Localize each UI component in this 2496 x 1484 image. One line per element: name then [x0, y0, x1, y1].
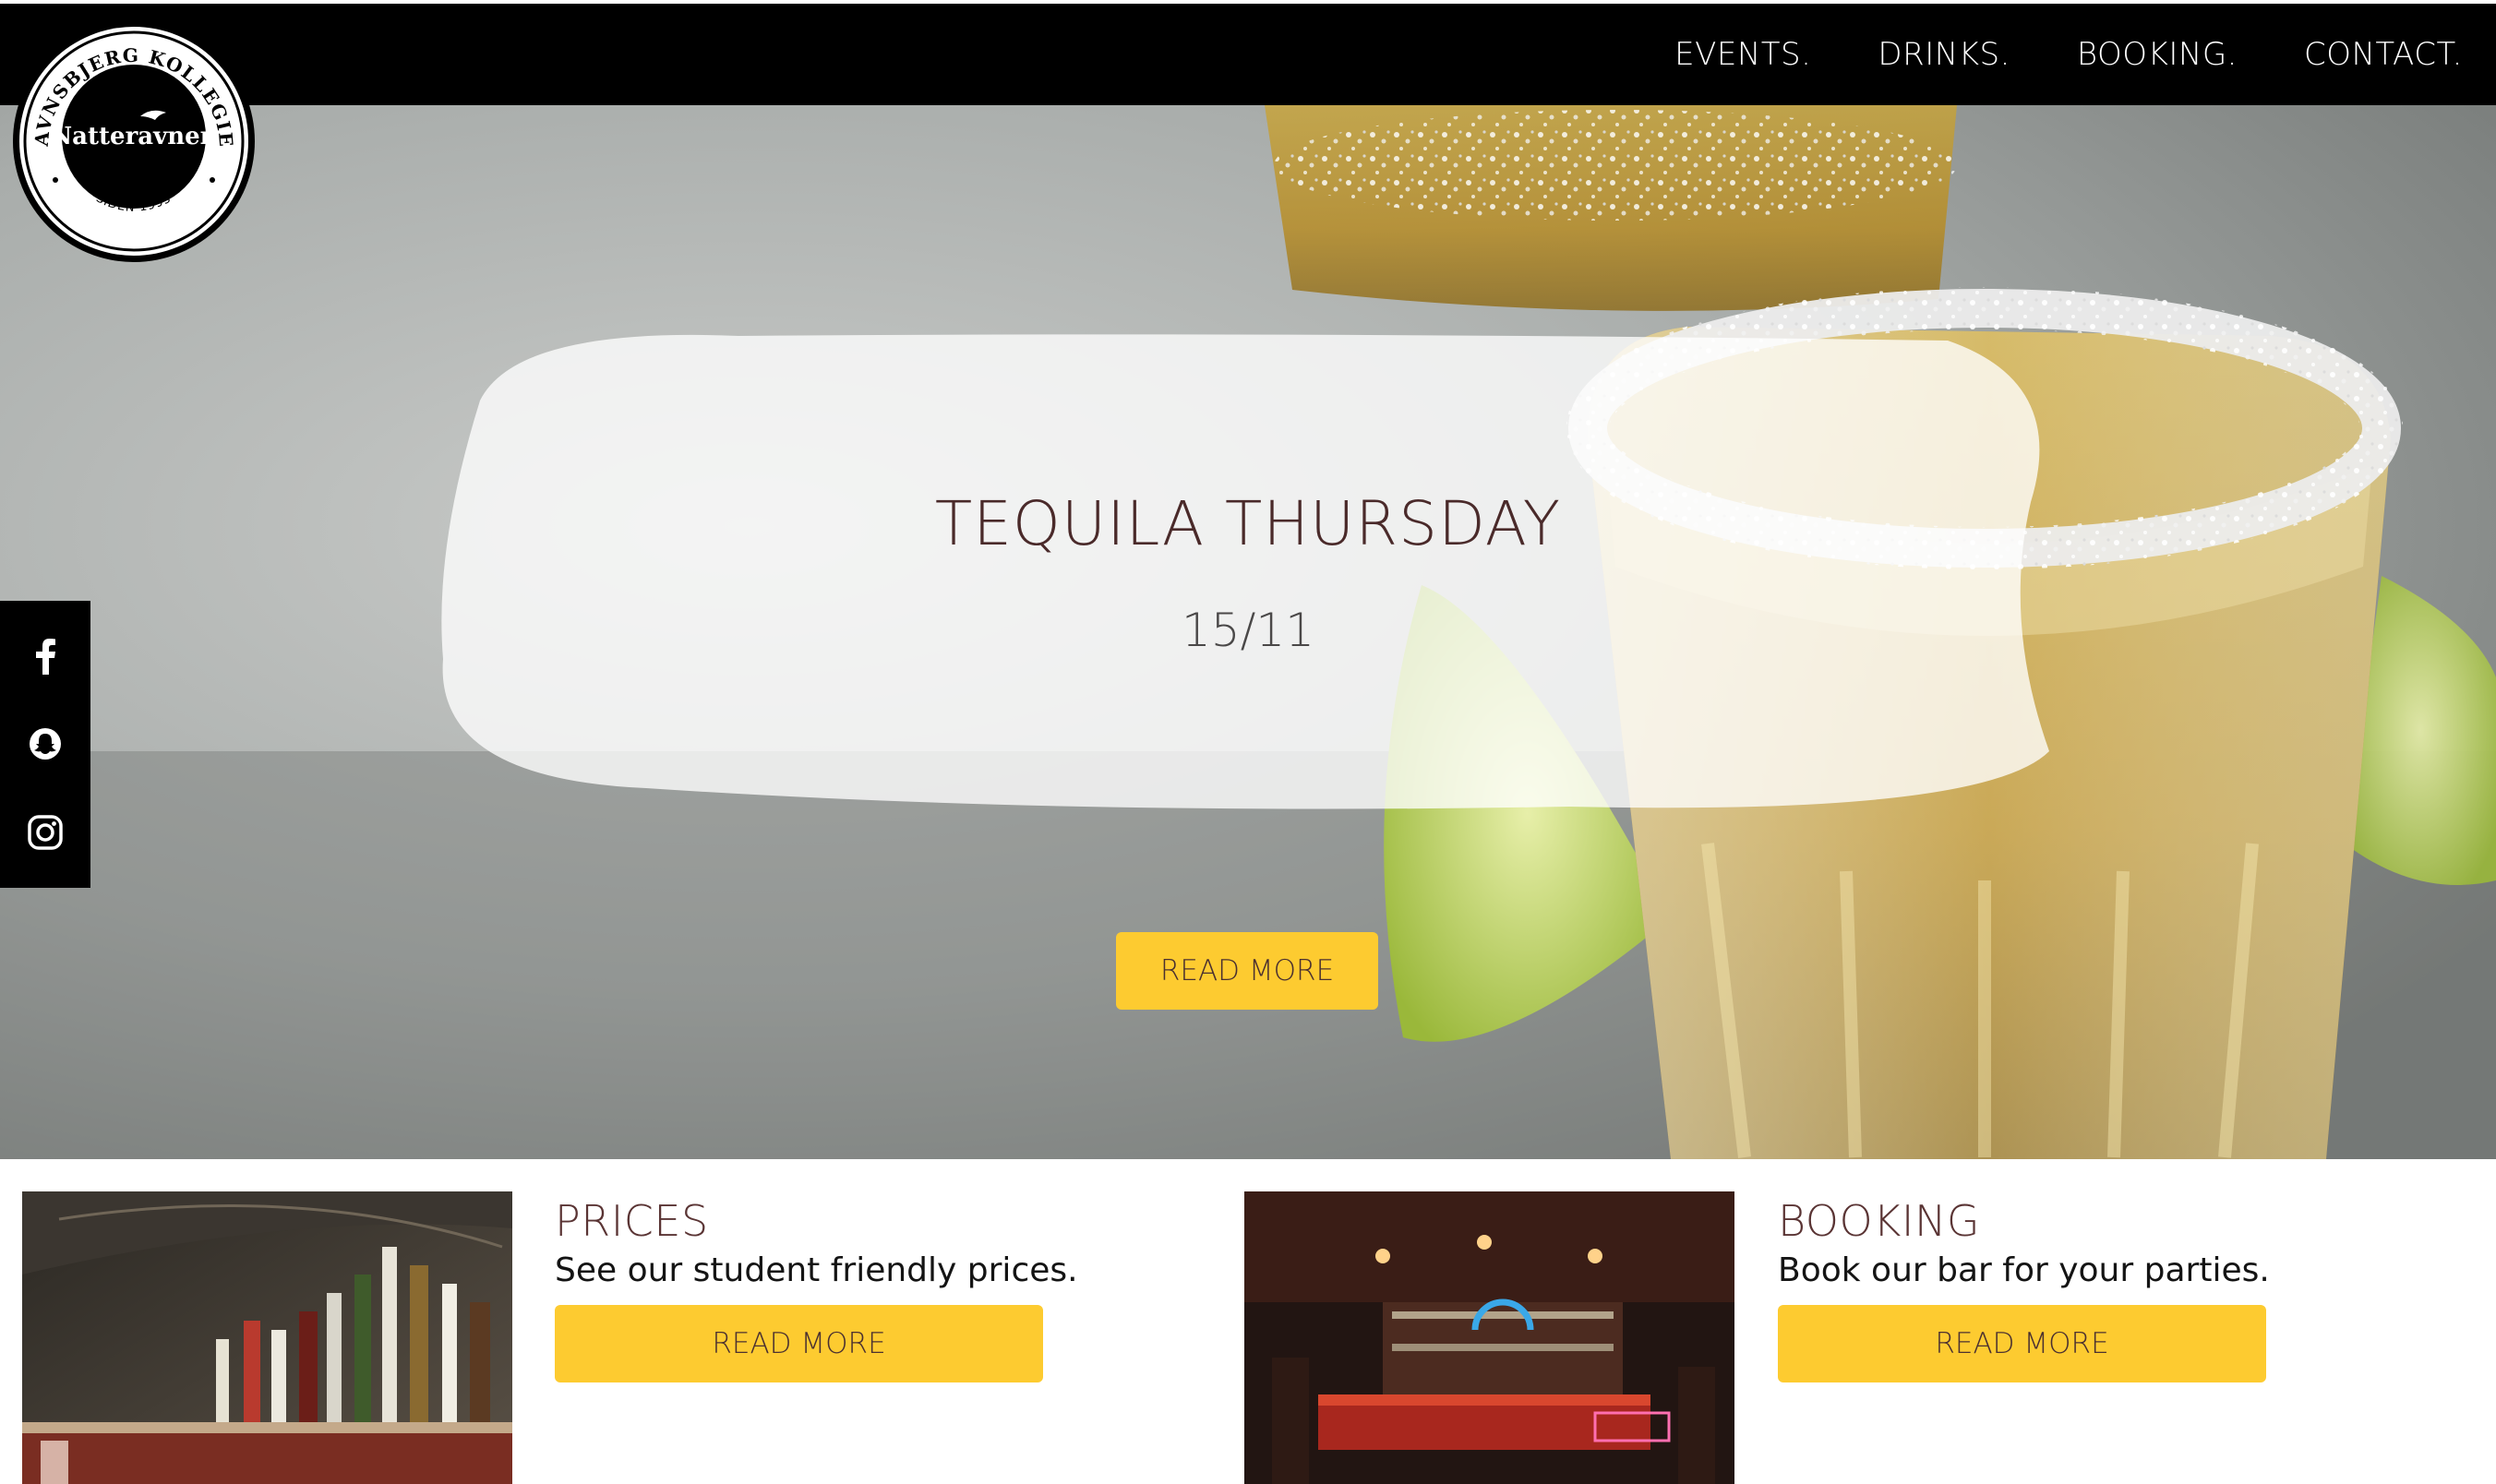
prices-read-more-button[interactable]: READ MORE — [555, 1305, 1043, 1382]
social-sidebar — [0, 601, 90, 888]
booking-read-more-button[interactable]: READ MORE — [1778, 1305, 2266, 1382]
hero-banner: TEQUILA THURSDAY 15/11 READ MORE — [0, 105, 2496, 1159]
snapchat-icon[interactable] — [25, 724, 66, 764]
prices-image — [22, 1191, 512, 1484]
nav-contact-link[interactable]: CONTACT. — [2304, 36, 2463, 73]
booking-description: Book our bar for your parties. — [1778, 1251, 2270, 1289]
site-logo[interactable]: RAVNSBJERG KOLLEGIET Natteravnen SIDEN 1… — [3, 1, 257, 264]
instagram-icon[interactable] — [25, 812, 66, 853]
event-title: TEQUILA THURSDAY — [934, 488, 1562, 559]
logo-center-text: Natteravnen — [50, 123, 217, 150]
hero-read-more-button[interactable]: READ MORE — [1116, 932, 1378, 1010]
facebook-icon[interactable] — [25, 636, 66, 676]
booking-title: BOOKING — [1778, 1196, 1981, 1246]
prices-title: PRICES — [555, 1196, 709, 1246]
booking-image — [1244, 1191, 1734, 1484]
top-navigation-bar: EVENTS. DRINKS. BOOKING. CONTACT. — [0, 4, 2496, 105]
nav-events-link[interactable]: EVENTS. — [1674, 36, 1811, 73]
prices-description: See our student friendly prices. — [555, 1251, 1078, 1289]
nav-booking-link[interactable]: BOOKING. — [2077, 36, 2238, 73]
logo-badge: RAVNSBJERG KOLLEGIET Natteravnen SIDEN 1… — [3, 1, 255, 262]
nav-drinks-link[interactable]: DRINKS. — [1878, 36, 2010, 73]
main-nav: EVENTS. DRINKS. BOOKING. CONTACT. — [1674, 4, 2463, 105]
event-date: 15/11 — [1181, 604, 1315, 657]
